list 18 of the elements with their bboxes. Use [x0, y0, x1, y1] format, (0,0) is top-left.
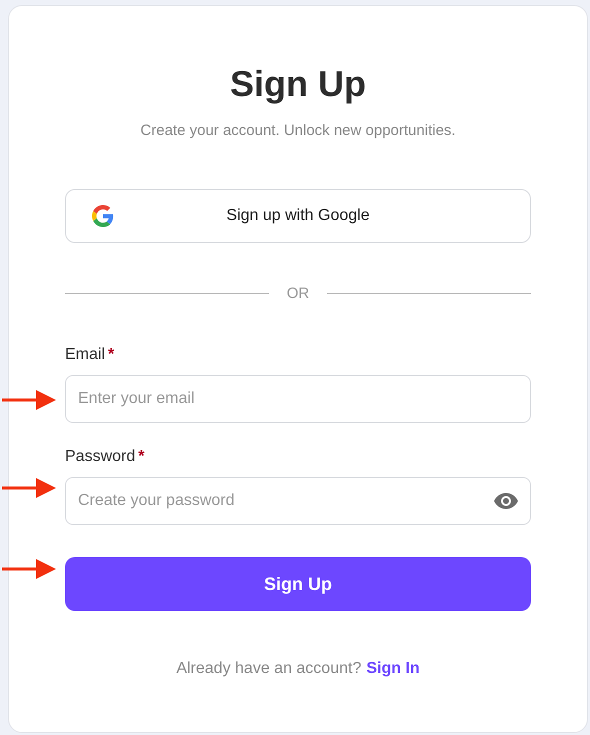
email-field[interactable]: Enter your email: [65, 375, 531, 423]
google-signup-button[interactable]: Sign up with Google: [65, 188, 531, 242]
arrow-icon: [2, 557, 58, 581]
signup-button[interactable]: Sign Up: [65, 557, 531, 611]
sign-in-link[interactable]: Sign In: [366, 657, 420, 681]
field-label: Password: [65, 447, 136, 467]
footer-text: Already have an account?: [176, 659, 362, 679]
page-title: Sign Up: [230, 62, 366, 106]
arrow-icon: [2, 388, 58, 412]
required-mark: *: [138, 447, 144, 467]
required-mark: *: [108, 345, 114, 365]
subtitle: Create your account. Unlock new opportunities.: [140, 121, 456, 141]
divider-text: OR: [286, 284, 310, 304]
password-field[interactable]: Create your password: [65, 477, 531, 525]
google-logo-icon: [92, 204, 114, 226]
eye-icon[interactable]: [494, 493, 518, 509]
field-label: Email: [65, 345, 106, 365]
arrow-icon: [2, 476, 58, 500]
